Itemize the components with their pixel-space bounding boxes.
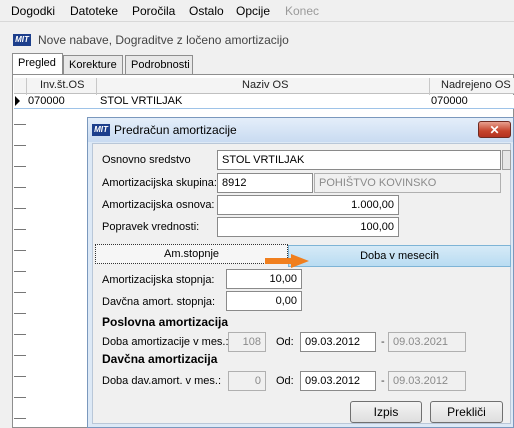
poslovna-heading: Poslovna amortizacija <box>102 315 229 329</box>
column-divider <box>96 78 97 96</box>
row-header-line <box>14 145 26 146</box>
menu-porocila[interactable]: Poročila <box>132 4 175 18</box>
menu-dogodki[interactable]: Dogodki <box>11 4 55 18</box>
window-title-bar: MIT Nove nabave, Dograditve z ločeno amo… <box>0 27 514 53</box>
annotation-arrow-head <box>291 254 309 268</box>
davcna-do-field: 09.03.2012 <box>388 371 466 391</box>
row-header-line <box>14 208 26 209</box>
popravek-field[interactable]: 100,00 <box>217 217 399 237</box>
row-header-line <box>14 229 26 230</box>
menu-konec: Konec <box>285 4 320 18</box>
col-header-nadrejeno[interactable]: Nadrejeno OS <box>441 79 511 91</box>
close-button[interactable]: ✕ <box>478 121 511 138</box>
app-logo-icon: MIT <box>13 34 31 46</box>
davcna-od-field[interactable]: 09.03.2012 <box>300 371 376 391</box>
davcna-doba-label: Doba dav.amort. v mes.: <box>102 375 222 387</box>
menu-opcije[interactable]: Opcije <box>236 4 270 18</box>
osnovno-sredstvo-label: Osnovno sredstvo <box>102 154 191 166</box>
table-row[interactable]: 070000 STOL VRTILJAK 070000 <box>14 95 514 109</box>
row-header-line <box>14 418 26 419</box>
grid-header: Inv.št.OS Naziv OS Nadrejeno OS <box>14 78 514 94</box>
preklici-button[interactable]: Prekliči <box>430 401 503 423</box>
poslovna-doba-field: 108 <box>228 332 266 352</box>
davcna-heading: Davčna amortizacija <box>102 352 218 366</box>
current-row-arrow-icon <box>15 96 20 106</box>
row-header-line <box>14 334 26 335</box>
poslovna-od-label: Od: <box>276 336 294 348</box>
poslovna-doba-label: Doba amortizacije v mes.: <box>102 336 229 348</box>
tab-doba-v-mesecih[interactable]: Doba v mesecih <box>288 245 511 267</box>
stopnja-field[interactable]: 10,00 <box>226 269 302 289</box>
date-range-dash: - <box>381 375 385 387</box>
col-header-inv[interactable]: Inv.št.OS <box>40 79 84 91</box>
osnovno-sredstvo-field[interactable]: STOL VRTILJAK <box>217 150 501 170</box>
tab-pregled[interactable]: Pregled <box>12 53 63 75</box>
row-header-line <box>14 166 26 167</box>
dialog-title-bar[interactable]: MIT Predračun amortizacije <box>88 118 513 142</box>
row-header-line <box>14 355 26 356</box>
menu-bar: Dogodki Datoteke Poročila Ostalo Opcije … <box>0 0 514 22</box>
popravek-label: Popravek vrednosti: <box>102 221 200 233</box>
davcna-od-label: Od: <box>276 375 294 387</box>
window-title: Nove nabave, Dograditve z ločeno amortiz… <box>38 33 289 47</box>
field-scrollbar[interactable] <box>502 150 511 170</box>
izpis-button[interactable]: Izpis <box>350 401 422 423</box>
row-header-line <box>14 250 26 251</box>
column-divider <box>429 78 430 96</box>
annotation-arrow-shaft <box>265 258 293 264</box>
tab-am-stopnje[interactable]: Am.stopnje <box>95 244 288 264</box>
stopnja-label: Amortizacijska stopnja: <box>102 274 215 286</box>
menu-datoteke[interactable]: Datoteke <box>70 4 118 18</box>
osnova-label: Amortizacijska osnova: <box>102 199 215 211</box>
poslovna-do-field: 09.03.2021 <box>388 332 466 352</box>
menu-ostalo[interactable]: Ostalo <box>189 4 224 18</box>
cell-nadrejeno: 070000 <box>431 95 468 107</box>
row-header-line <box>14 187 26 188</box>
dialog-title: Predračun amortizacije <box>114 123 237 137</box>
dialog-logo-icon: MIT <box>92 124 110 136</box>
col-header-naziv[interactable]: Naziv OS <box>242 79 288 91</box>
row-header-line <box>14 313 26 314</box>
tab-podrobnosti[interactable]: Podrobnosti <box>125 55 193 74</box>
skupina-name-field: POHIŠTVO KOVINSKO <box>314 173 501 193</box>
row-header-line <box>14 376 26 377</box>
row-header-line <box>14 292 26 293</box>
tab-korekture[interactable]: Korekture <box>63 55 123 74</box>
davcna-stopnja-field[interactable]: 0,00 <box>226 291 302 311</box>
davcna-doba-field: 0 <box>228 371 266 391</box>
date-range-dash: - <box>381 336 385 348</box>
skupina-label: Amortizacijska skupina: <box>102 177 217 189</box>
row-header-line <box>14 397 26 398</box>
column-divider <box>26 78 27 96</box>
row-header-line <box>14 124 26 125</box>
annotation-arrow-icon <box>265 254 309 268</box>
poslovna-od-field[interactable]: 09.03.2012 <box>300 332 376 352</box>
cell-naziv: STOL VRTILJAK <box>100 95 183 107</box>
cell-inv: 070000 <box>28 95 65 107</box>
davcna-stopnja-label: Davčna amort. stopnja: <box>102 296 216 308</box>
osnova-field[interactable]: 1.000,00 <box>217 195 399 215</box>
row-header-line <box>14 271 26 272</box>
skupina-code-field[interactable]: 8912 <box>217 173 313 193</box>
